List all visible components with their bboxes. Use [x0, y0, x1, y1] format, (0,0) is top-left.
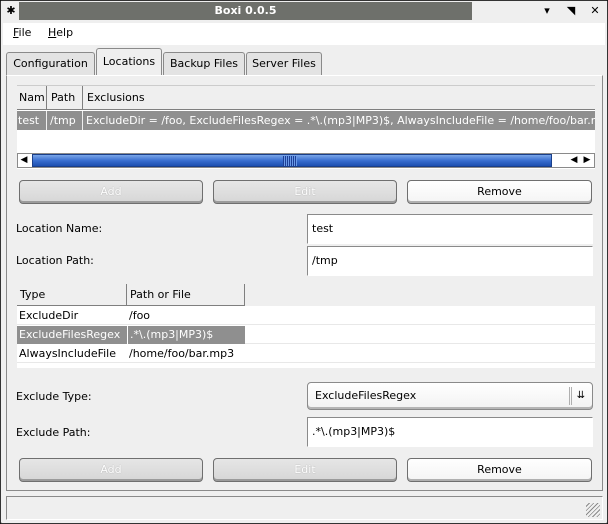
location-name-label: Location Name:: [16, 222, 103, 235]
app-window: ✱ Boxi 0.0.5 ▾ ◥ ✕ File Help Configurati…: [0, 0, 608, 524]
table-row[interactable]: ExcludeDir /foo: [17, 307, 595, 325]
location-add-button[interactable]: Add: [19, 180, 203, 204]
pin-icon[interactable]: ✱: [3, 3, 19, 19]
table-row[interactable]: AlwaysIncludeFile /home/foo/bar.mp3: [17, 345, 595, 363]
cell-exclusions: ExcludeDir = /foo, ExcludeFilesRegex = .…: [86, 114, 595, 127]
table-row-selected[interactable]: ExcludeFilesRegex .*\.(mp3|MP3)$: [17, 326, 595, 344]
column-header-exclusions[interactable]: Exclusions: [83, 86, 595, 110]
exclude-type-select[interactable]: ExcludeFilesRegex ⇊: [307, 382, 593, 410]
column-header-path-or-file[interactable]: Path or File: [127, 284, 245, 306]
scrollbar-thumb[interactable]: [32, 154, 552, 167]
exclusions-table[interactable]: Type Path or File ExcludeDir /foo Exclud…: [17, 284, 595, 368]
column-header-type[interactable]: Type: [17, 284, 127, 306]
location-remove-button[interactable]: Remove: [407, 180, 592, 204]
cell-path: /foo: [129, 309, 151, 322]
locations-panel: Nam Path Exclusions test /tmp ExcludeDir…: [6, 75, 603, 491]
column-header-name[interactable]: Nam: [17, 86, 47, 110]
cell-type: AlwaysIncludeFile: [19, 347, 117, 360]
title-bar[interactable]: ✱ Boxi 0.0.5 ▾ ◥ ✕: [1, 1, 607, 21]
scroll-right-arrow-icon[interactable]: ▶: [581, 154, 593, 167]
tab-configuration[interactable]: Configuration: [6, 52, 95, 76]
cell-type: ExcludeDir: [19, 309, 79, 322]
cell-type: ExcludeFilesRegex: [17, 326, 127, 344]
menu-bar: File Help: [3, 23, 605, 45]
maximize-icon[interactable]: ◥: [563, 3, 579, 19]
menu-help-label: elp: [56, 26, 74, 39]
exclude-path-input[interactable]: .*\.(mp3|MP3)$: [307, 417, 593, 447]
scroll-left-arrow-icon[interactable]: ◀: [18, 154, 30, 167]
combo-separator: [569, 387, 572, 405]
cell-path: /home/foo/bar.mp3: [129, 347, 235, 360]
exclude-remove-button[interactable]: Remove: [407, 458, 592, 482]
menu-file[interactable]: File: [13, 26, 31, 39]
cell-name: test: [17, 111, 47, 130]
tab-server-files[interactable]: Server Files: [246, 52, 322, 76]
exclusions-table-header: Type Path or File: [17, 284, 595, 306]
exclude-add-button[interactable]: Add: [19, 458, 203, 482]
location-edit-button[interactable]: Edit: [213, 180, 397, 204]
exclude-edit-button[interactable]: Edit: [213, 458, 397, 482]
exclude-path-label: Exclude Path:: [16, 426, 91, 439]
locations-table-header: Nam Path Exclusions: [17, 86, 595, 110]
location-name-input[interactable]: test: [307, 214, 593, 244]
column-header-path[interactable]: Path: [47, 86, 83, 110]
cell-path: .*\.(mp3|MP3)$: [127, 326, 245, 344]
tab-backup-files[interactable]: Backup Files: [163, 52, 245, 76]
table-row[interactable]: test /tmp ExcludeDir = /foo, ExcludeFile…: [17, 111, 595, 130]
menu-help[interactable]: Help: [48, 26, 73, 39]
window-title: Boxi 0.0.5: [19, 2, 472, 20]
tab-locations[interactable]: Locations: [96, 48, 162, 76]
dropdown-arrow-icon[interactable]: ⇊: [574, 383, 588, 409]
horizontal-scrollbar[interactable]: ◀ ◀ ▶: [17, 153, 595, 168]
location-path-input[interactable]: /tmp: [307, 246, 593, 276]
minimize-icon[interactable]: ▾: [539, 3, 555, 19]
cell-path: /tmp: [47, 111, 83, 130]
location-path-label: Location Path:: [16, 254, 94, 267]
menu-file-label: ile: [18, 26, 32, 39]
scrollbar-grip: [283, 156, 297, 166]
resize-grip-icon[interactable]: [586, 503, 600, 517]
scroll-left-arrow-icon-2[interactable]: ◀: [568, 154, 580, 167]
status-bar: [6, 496, 603, 520]
exclude-type-label: Exclude Type:: [16, 390, 92, 403]
close-icon[interactable]: ✕: [587, 3, 603, 19]
exclude-type-value: ExcludeFilesRegex: [315, 389, 417, 402]
